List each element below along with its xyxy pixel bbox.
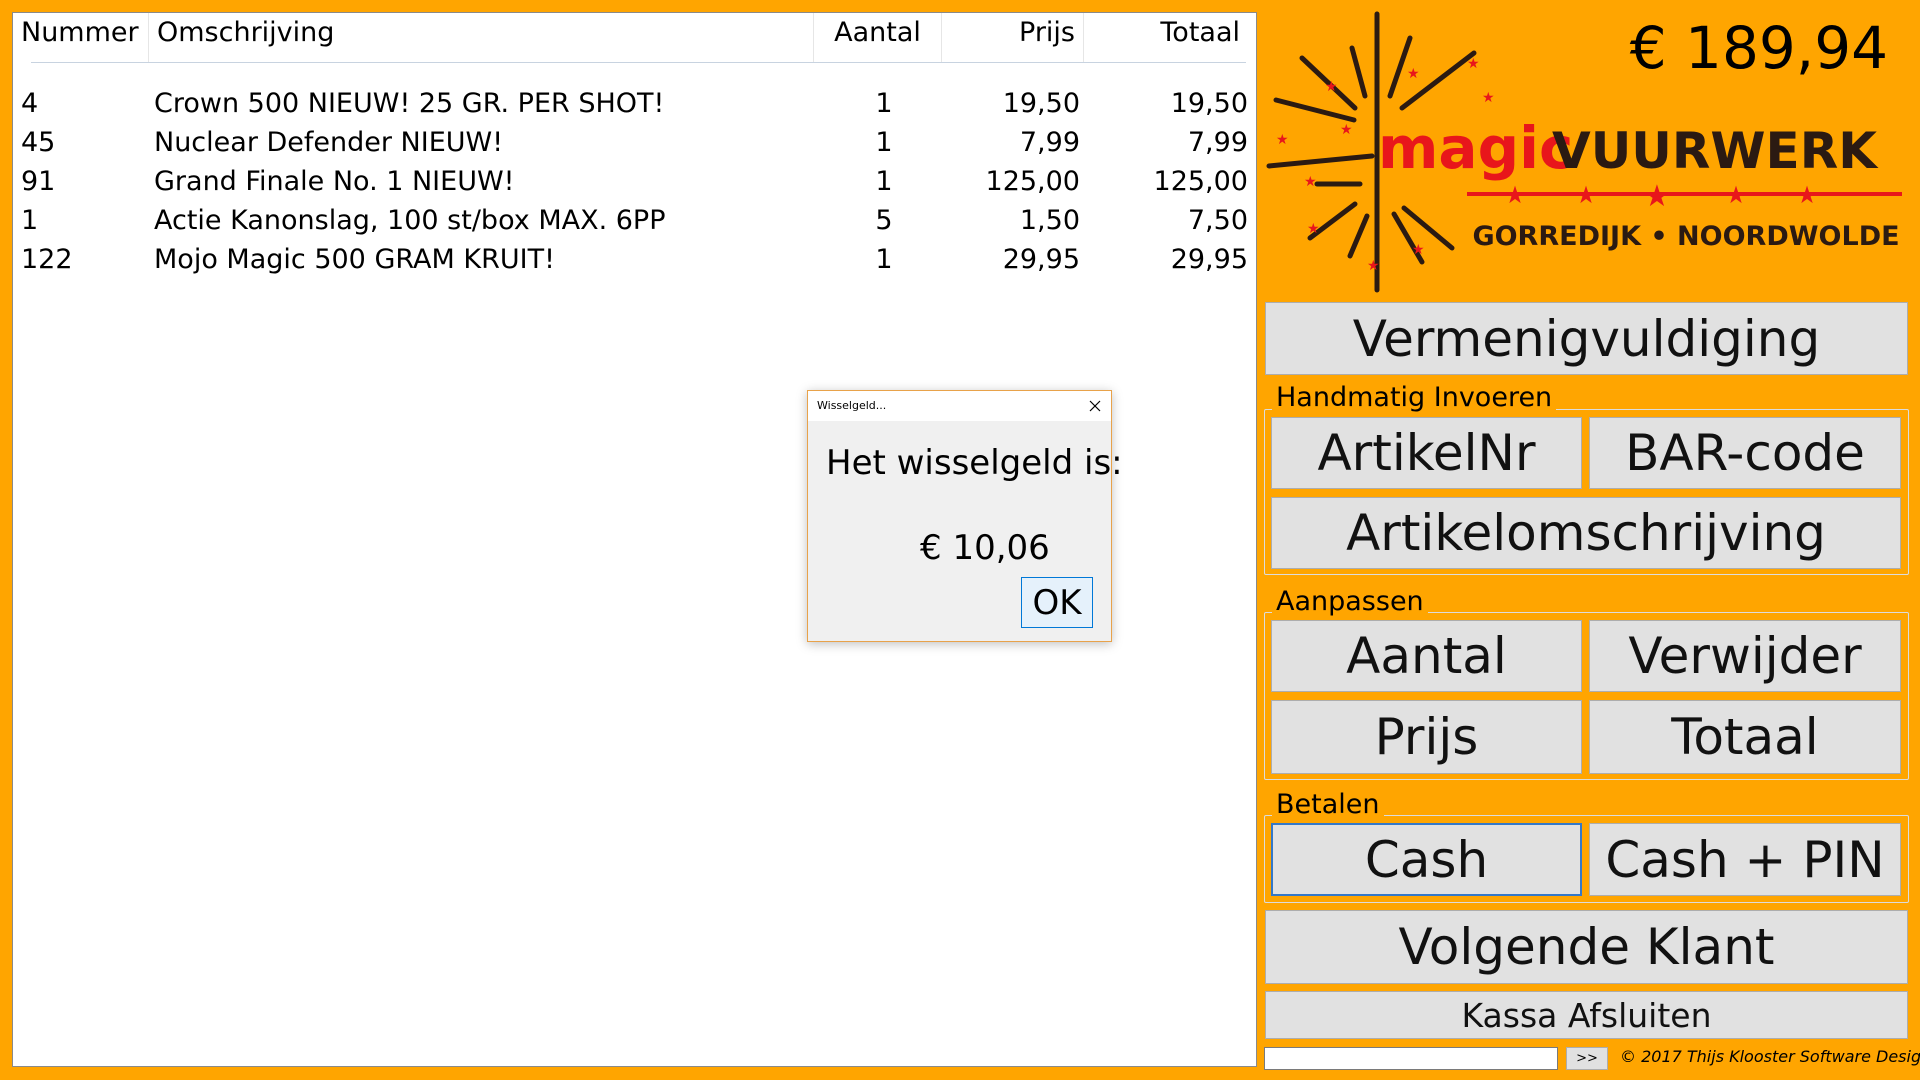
ok-button[interactable]: OK [1021,577,1093,628]
cell-totaal: 125,00 [1153,166,1248,197]
header-divider [31,62,1246,63]
barcode-button[interactable]: BAR-code [1589,417,1901,489]
cell-prijs: 7,99 [1019,127,1080,158]
volgende-klant-button[interactable]: Volgende Klant [1265,910,1908,984]
svg-text:★: ★ [1504,181,1526,209]
list-row[interactable]: 4 Crown 500 NIEUW! 25 GR. PER SHOT! 1 19… [13,84,1256,123]
svg-text:★: ★ [1644,179,1671,214]
cell-aantal: 1 [875,88,893,119]
list-rows: 4 Crown 500 NIEUW! 25 GR. PER SHOT! 1 19… [13,84,1256,279]
verwijder-button[interactable]: Verwijder [1589,620,1901,692]
cell-nummer: 122 [21,244,73,275]
logo-locations: GORREDIJK • NOORDWOLDE [1472,221,1899,252]
list-row[interactable]: 122 Mojo Magic 500 GRAM KRUIT! 1 29,95 2… [13,240,1256,279]
aantal-button[interactable]: Aantal [1271,620,1582,692]
svg-text:★: ★ [1412,242,1425,258]
wisselgeld-dialog: Wisselgeld... Het wisselgeld is: € 10,06… [807,390,1123,642]
column-header-aantal[interactable]: Aantal [814,13,942,63]
list-row[interactable]: 45 Nuclear Defender NIEUW! 1 7,99 7,99 [13,123,1256,162]
column-header-totaal[interactable]: Totaal [1084,13,1254,63]
cell-totaal: 19,50 [1170,88,1248,119]
svg-text:★: ★ [1467,56,1480,72]
column-header-nummer[interactable]: Nummer [13,13,149,63]
cell-nummer: 45 [21,127,56,158]
cell-aantal: 1 [875,244,893,275]
cell-nummer: 1 [21,205,39,236]
logo-brand-magic: magic [1378,114,1573,182]
multiply-button[interactable]: Vermenigvuldiging [1265,302,1908,375]
cell-prijs: 19,50 [1002,88,1080,119]
close-icon[interactable] [1079,391,1111,421]
cell-omschrijving: Grand Finale No. 1 NIEUW! [154,166,515,197]
svg-text:★: ★ [1407,66,1420,82]
cell-aantal: 5 [875,205,893,236]
column-header-prijs[interactable]: Prijs [942,13,1084,63]
column-header-omschrijving[interactable]: Omschrijving [149,13,814,63]
cell-aantal: 1 [875,127,893,158]
cell-nummer: 91 [21,166,56,197]
artikelomschrijving-button[interactable]: Artikelomschrijving [1271,497,1901,569]
cell-aantal: 1 [875,166,893,197]
svg-text:★: ★ [1367,258,1380,274]
group-label-handmatig: Handmatig Invoeren [1272,381,1557,415]
group-label-aanpassen: Aanpassen [1272,585,1428,619]
list-row[interactable]: 1 Actie Kanonslag, 100 st/box MAX. 6PP 5… [13,201,1256,240]
artikelnr-button[interactable]: ArtikelNr [1271,417,1582,489]
dialog-title: Wisselgeld... [817,399,887,412]
cell-omschrijving: Nuclear Defender NIEUW! [154,127,504,158]
total-price-display: € 189,94 [1629,14,1888,82]
dialog-message: Het wisselgeld is: [826,443,1123,483]
list-header: Nummer Omschrijving Aantal Prijs Totaal [13,13,1256,63]
svg-text:★: ★ [1304,174,1317,190]
copyright-text: © 2017 Thijs Klooster Software Design [1620,1047,1920,1066]
cell-prijs: 29,95 [1002,244,1080,275]
go-button[interactable]: >> [1566,1047,1608,1070]
logo-brand-vuurwerk: VUURWERK [1552,122,1879,180]
svg-text:★: ★ [1325,79,1338,95]
prijs-button[interactable]: Prijs [1271,700,1582,774]
group-label-betalen: Betalen [1272,788,1384,822]
cash-pin-button[interactable]: Cash + PIN [1589,823,1901,896]
cell-totaal: 29,95 [1170,244,1248,275]
svg-text:★: ★ [1340,122,1353,138]
cell-totaal: 7,99 [1187,127,1248,158]
totaal-button[interactable]: Totaal [1589,700,1901,774]
change-amount: € 10,06 [920,528,1050,568]
cell-omschrijving: Actie Kanonslag, 100 st/box MAX. 6PP [154,205,666,236]
svg-text:★: ★ [1276,132,1289,148]
svg-text:★: ★ [1482,90,1495,106]
svg-text:★: ★ [1725,181,1747,209]
cell-prijs: 1,50 [1019,205,1080,236]
cell-omschrijving: Mojo Magic 500 GRAM KRUIT! [154,244,555,275]
kassa-afsluiten-button[interactable]: Kassa Afsluiten [1265,991,1908,1039]
cell-nummer: 4 [21,88,39,119]
svg-text:★: ★ [1575,181,1597,209]
cash-button[interactable]: Cash [1271,823,1582,896]
cell-omschrijving: Crown 500 NIEUW! 25 GR. PER SHOT! [154,88,665,119]
svg-text:★: ★ [1307,221,1320,237]
svg-text:★: ★ [1796,181,1818,209]
list-row[interactable]: 91 Grand Finale No. 1 NIEUW! 1 125,00 12… [13,162,1256,201]
cell-totaal: 7,50 [1187,205,1248,236]
dialog-titlebar[interactable]: Wisselgeld... [808,391,1111,421]
cell-prijs: 125,00 [985,166,1080,197]
status-input[interactable] [1264,1047,1558,1070]
